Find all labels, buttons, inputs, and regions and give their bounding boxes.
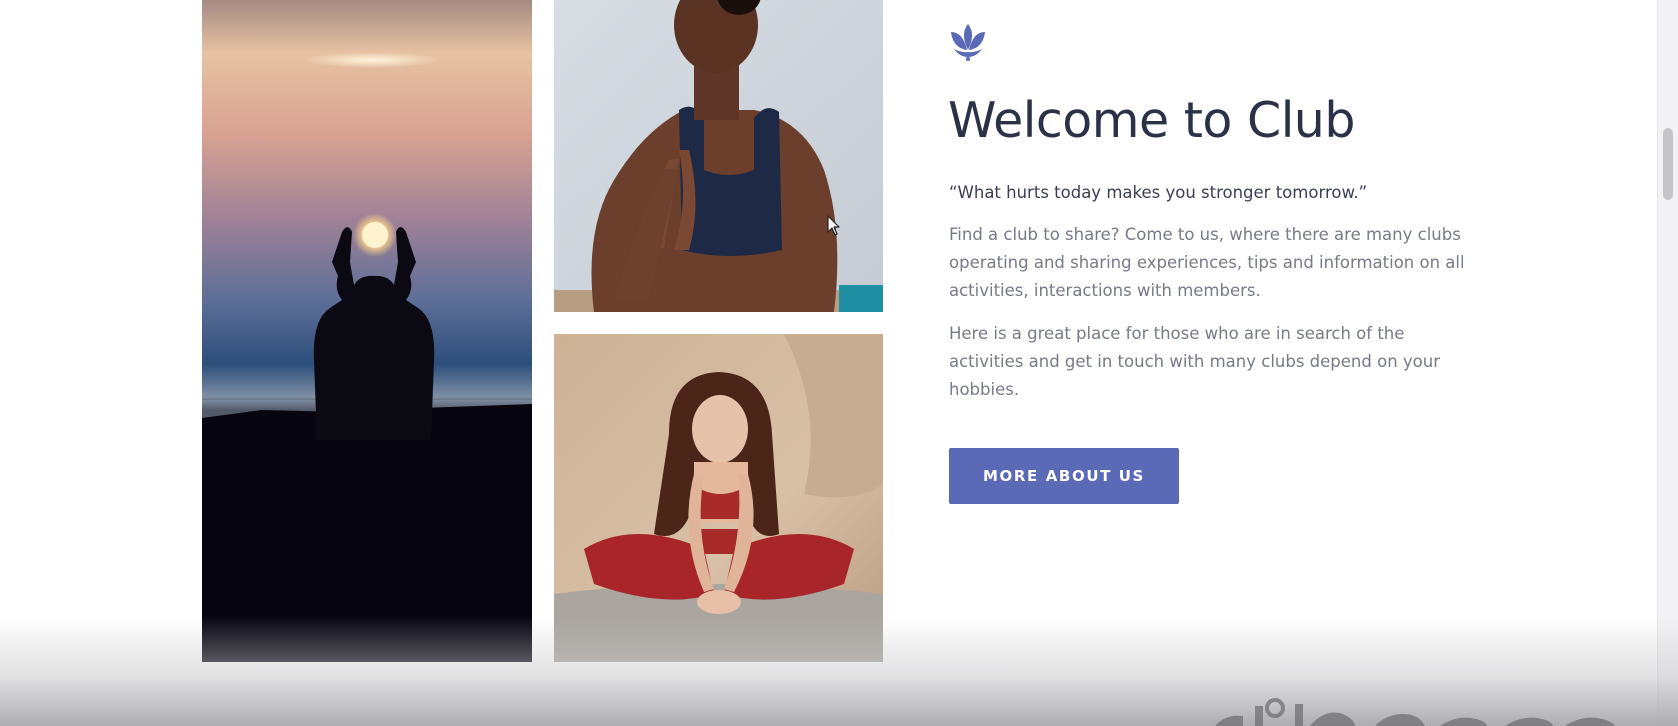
scrollbar[interactable] xyxy=(1657,0,1678,726)
page: Welcome to Club “What hurts today makes … xyxy=(0,0,1678,726)
meditation-photo xyxy=(554,0,883,312)
mouse-pointer-icon xyxy=(827,215,841,237)
lotus-icon xyxy=(947,20,989,62)
more-about-us-button[interactable]: MORE ABOUT US xyxy=(949,448,1179,504)
motto-quote: “What hurts today makes you stronger tom… xyxy=(949,183,1368,202)
watermark-logo xyxy=(1215,686,1615,726)
page-title: Welcome to Club xyxy=(948,92,1355,149)
scrollbar-thumb[interactable] xyxy=(1663,128,1673,200)
details-paragraph: Here is a great place for those who are … xyxy=(949,324,1440,399)
sunset-silhouette-photo xyxy=(202,0,532,662)
seated-yoga-photo xyxy=(554,334,883,662)
intro-paragraph: Find a club to share? Come to us, where … xyxy=(949,225,1465,300)
